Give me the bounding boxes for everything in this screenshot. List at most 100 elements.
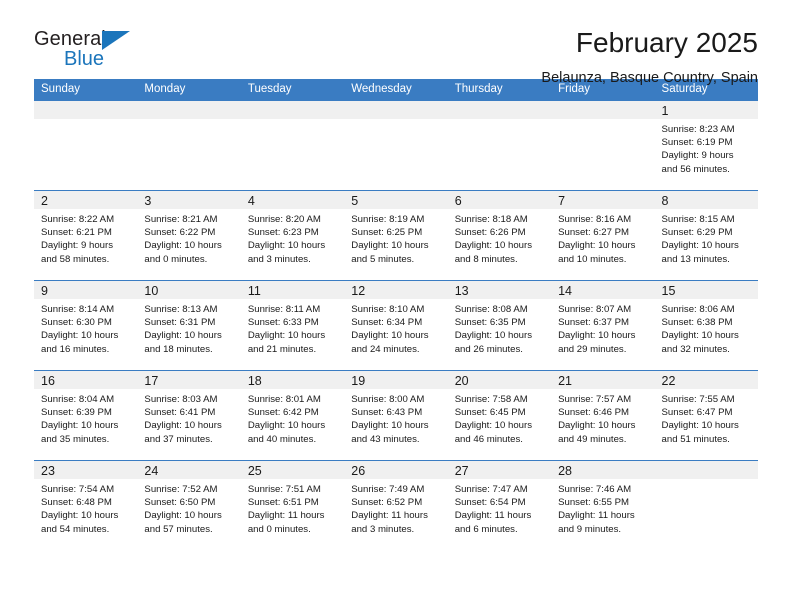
calendar-day-cell[interactable]: 14 Sunrise: 8:07 AM Sunset: 6:37 PM Dayligh… [551,280,655,371]
sunset-time: Sunset: 6:22 PM [144,227,216,239]
day-number: 1 [654,101,758,119]
page-title: February 2025 [575,27,758,58]
calendar-day-cell[interactable]: 15 Sunrise: 8:06 AM Sunset: 6:38 PM Dayligh… [654,280,758,371]
sunrise-time: Sunrise: 8:04 AM [41,394,115,405]
sunrise-time: Sunrise: 7:54 AM [41,484,115,495]
sunrise-sunset-calendar: Sunday Monday Tuesday Wednesday Thursday… [34,79,758,550]
day-number [654,461,758,479]
calendar-day-cell[interactable]: 16 Sunrise: 8:04 AM Sunset: 6:39 PM Dayligh… [34,370,138,461]
day-details: Sunrise: 7:55 AM Sunset: 6:47 PM Daylight:… [655,389,758,446]
day-number: 24 [137,461,241,479]
day-number: 26 [344,461,448,479]
daylight-duration-line1: Daylight: 10 hours [454,330,533,342]
calendar-week-row: 1 Sunrise: 8:23 AM Sunset: 6:19 PM Daylight… [34,100,758,191]
daylight-duration-line1: Daylight: 10 hours [558,330,636,342]
title-block: February 2025 Belaunza, Basque Country, … [541,27,758,88]
sunset-time: Sunset: 6:46 PM [558,407,630,419]
daylight-duration-line2: and 18 minutes. [144,343,213,355]
calendar-day-cell[interactable]: 19 Sunrise: 8:00 AM Sunset: 6:43 PM Dayligh… [344,370,448,461]
calendar-day-cell[interactable]: 21 Sunrise: 7:57 AM Sunset: 6:46 PM Dayligh… [551,370,655,461]
day-details: Sunrise: 8:18 AM Sunset: 6:26 PM Daylight:… [448,209,551,266]
calendar-body: 1 Sunrise: 8:23 AM Sunset: 6:19 PM Daylight… [34,100,758,550]
calendar-week-row: 23 Sunrise: 7:54 AM Sunset: 6:48 PM Dayligh… [34,460,758,550]
day-number: 16 [34,371,138,389]
day-details: Sunrise: 7:47 AM Sunset: 6:54 PM Daylight:… [448,479,551,536]
sunrise-time: Sunrise: 8:06 AM [661,304,735,315]
day-details: Sunrise: 7:52 AM Sunset: 6:50 PM Daylight:… [137,479,240,536]
calendar-day-cell[interactable]: 6 Sunrise: 8:18 AM Sunset: 6:26 PM Daylight… [447,190,552,281]
calendar-day-cell[interactable]: 3 Sunrise: 8:21 AM Sunset: 6:22 PM Daylight… [137,190,241,281]
sunrise-time: Sunrise: 8:07 AM [558,304,632,315]
sunrise-time: Sunrise: 7:49 AM [351,484,425,495]
calendar-day-cell[interactable]: 2 Sunrise: 8:22 AM Sunset: 6:21 PM Daylight… [34,190,138,281]
calendar-day-cell[interactable]: 9 Sunrise: 8:14 AM Sunset: 6:30 PM Daylight… [34,280,138,371]
calendar-day-cell[interactable]: 24 Sunrise: 7:52 AM Sunset: 6:50 PM Dayligh… [137,460,241,550]
daylight-duration-line1: Daylight: 11 hours [454,510,532,522]
calendar-day-cell[interactable]: 4 Sunrise: 8:20 AM Sunset: 6:23 PM Daylight… [240,190,345,281]
daylight-duration-line2: and 6 minutes. [454,523,518,535]
daylight-duration-line2: and 43 minutes. [351,433,420,445]
daylight-duration-line2: and 3 minutes. [351,523,415,535]
daylight-duration-line1: Daylight: 11 hours [351,510,428,522]
calendar-day-cell[interactable]: 25 Sunrise: 7:51 AM Sunset: 6:51 PM Dayligh… [240,460,345,550]
daylight-duration-line2: and 49 minutes. [558,433,627,445]
sunrise-time: Sunrise: 8:08 AM [454,304,528,315]
calendar-day-cell[interactable]: 17 Sunrise: 8:03 AM Sunset: 6:41 PM Dayligh… [137,370,241,461]
sunset-time: Sunset: 6:52 PM [351,497,423,509]
calendar-day-cell[interactable]: 23 Sunrise: 7:54 AM Sunset: 6:48 PM Dayligh… [34,460,138,550]
calendar-day-cell[interactable]: 22 Sunrise: 7:55 AM Sunset: 6:47 PM Dayligh… [654,370,758,461]
day-number [344,101,448,119]
daylight-duration-line2: and 56 minutes. [661,163,730,175]
day-details: Sunrise: 7:49 AM Sunset: 6:52 PM Daylight:… [344,479,447,536]
day-number: 6 [447,191,552,209]
sunset-time: Sunset: 6:50 PM [144,497,216,509]
calendar-day-cell[interactable]: 13 Sunrise: 8:08 AM Sunset: 6:35 PM Dayligh… [447,280,552,371]
sunset-time: Sunset: 6:21 PM [41,227,112,239]
sunset-time: Sunset: 6:31 PM [144,317,216,329]
daylight-duration-line1: Daylight: 11 hours [558,510,635,522]
day-details: Sunrise: 8:23 AM Sunset: 6:19 PM Daylight:… [655,119,758,176]
calendar-day-cell[interactable]: 28 Sunrise: 7:46 AM Sunset: 6:55 PM Dayligh… [551,460,655,550]
calendar-day-cell[interactable]: 5 Sunrise: 8:19 AM Sunset: 6:25 PM Daylight… [344,190,448,281]
logo-text-blue: Blue [64,48,105,70]
calendar-day-cell[interactable]: 10 Sunrise: 8:13 AM Sunset: 6:31 PM Dayligh… [137,280,241,371]
sunset-time: Sunset: 6:19 PM [661,137,733,149]
calendar-page: General Blue February 2025 Belaunza, Bas… [0,0,792,612]
sunrise-time: Sunrise: 8:15 AM [661,214,735,225]
day-details: Sunrise: 7:46 AM Sunset: 6:55 PM Daylight:… [551,479,654,536]
daylight-duration-line2: and 10 minutes. [558,253,627,265]
day-number: 4 [240,191,345,209]
day-details: Sunrise: 7:51 AM Sunset: 6:51 PM Daylight:… [241,479,344,536]
day-details: Sunrise: 8:20 AM Sunset: 6:23 PM Daylight:… [241,209,344,266]
day-number: 2 [34,191,138,209]
sunrise-time: Sunrise: 8:22 AM [41,214,115,225]
daylight-duration-line1: Daylight: 10 hours [144,510,222,522]
daylight-duration-line1: Daylight: 10 hours [558,240,636,252]
daylight-duration-line1: Daylight: 9 hours [661,150,734,162]
calendar-day-cell-empty [137,100,241,191]
calendar-day-cell[interactable]: 12 Sunrise: 8:10 AM Sunset: 6:34 PM Dayligh… [344,280,448,371]
daylight-duration-line1: Daylight: 10 hours [351,420,429,432]
calendar-day-cell[interactable]: 27 Sunrise: 7:47 AM Sunset: 6:54 PM Dayligh… [447,460,552,550]
calendar-day-cell-empty [447,100,552,191]
calendar-day-cell[interactable]: 7 Sunrise: 8:16 AM Sunset: 6:27 PM Daylight… [551,190,655,281]
day-number: 7 [551,191,655,209]
sunset-time: Sunset: 6:30 PM [41,317,112,329]
daylight-duration-line2: and 54 minutes. [41,523,110,535]
daylight-duration-line1: Daylight: 10 hours [247,330,326,342]
day-number: 12 [344,281,448,299]
sunset-time: Sunset: 6:34 PM [351,317,423,329]
calendar-day-cell-empty [344,100,448,191]
calendar-day-cell-empty [240,100,345,191]
daylight-duration-line1: Daylight: 11 hours [247,510,325,522]
daylight-duration-line2: and 9 minutes. [558,523,622,535]
day-details: Sunrise: 7:57 AM Sunset: 6:46 PM Daylight:… [551,389,654,446]
calendar-day-cell-empty [551,100,655,191]
calendar-day-cell[interactable]: 11 Sunrise: 8:11 AM Sunset: 6:33 PM Dayligh… [240,280,345,371]
calendar-day-cell[interactable]: 20 Sunrise: 7:58 AM Sunset: 6:45 PM Dayligh… [447,370,552,461]
day-number: 28 [551,461,655,479]
calendar-day-cell[interactable]: 18 Sunrise: 8:01 AM Sunset: 6:42 PM Dayligh… [240,370,345,461]
calendar-day-cell[interactable]: 1 Sunrise: 8:23 AM Sunset: 6:19 PM Daylight… [654,100,758,191]
calendar-day-cell[interactable]: 26 Sunrise: 7:49 AM Sunset: 6:52 PM Dayligh… [344,460,448,550]
calendar-day-cell[interactable]: 8 Sunrise: 8:15 AM Sunset: 6:29 PM Daylight… [654,190,758,281]
